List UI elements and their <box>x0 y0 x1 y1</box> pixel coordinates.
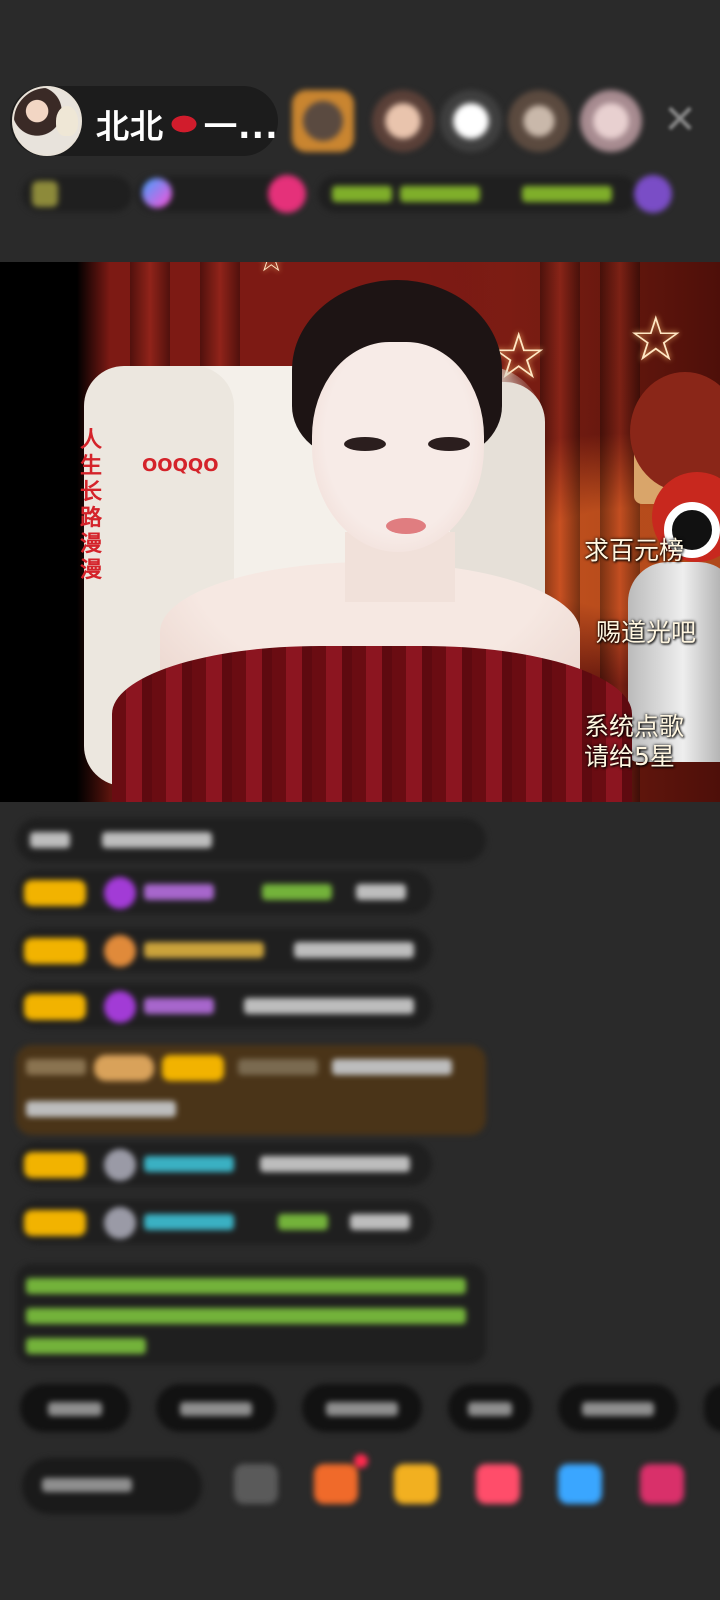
chat-message[interactable] <box>16 870 432 914</box>
live-video-stream[interactable]: ☆ ☆ ☆ 人生长路漫漫 OOQQO 求百元榜 赐道光吧 系统点歌 请给5星 <box>0 262 720 802</box>
streamer-eye <box>428 437 470 451</box>
chat-message[interactable] <box>16 928 432 972</box>
host-avatar[interactable] <box>12 86 82 156</box>
diamond-icon <box>104 877 136 909</box>
host-name: 北北 一... <box>96 100 279 148</box>
chat-list[interactable] <box>0 812 720 1372</box>
chat-username[interactable] <box>262 884 332 900</box>
tag-3 <box>522 186 612 202</box>
star-light-icon: ☆ <box>628 302 684 375</box>
top-viewer-avatar-5[interactable] <box>580 90 642 152</box>
room-info-strip[interactable] <box>22 172 698 216</box>
user-avatar-icon <box>104 1207 136 1239</box>
chat-text <box>26 1308 466 1324</box>
chat-text <box>356 884 406 900</box>
host-info-pill[interactable]: 北北 一... <box>10 86 278 156</box>
quick-reply-button[interactable] <box>704 1384 720 1432</box>
gift-box-icon[interactable] <box>314 1464 358 1504</box>
user-level-badge <box>24 880 86 906</box>
top-viewer-avatar-4[interactable] <box>508 90 570 152</box>
notification-dot <box>354 1454 368 1468</box>
overlay-song-line-2: 请给5星 <box>584 742 675 771</box>
duck-toy-decoration <box>56 106 78 136</box>
overlay-text-rank-request: 求百元榜 <box>584 536 685 565</box>
star-light-icon: ☆ <box>256 262 286 280</box>
vertical-caption-left: 人生长路漫漫 <box>79 428 102 583</box>
kiss-icon <box>166 112 202 136</box>
diamond-icon <box>104 991 136 1023</box>
chat-message[interactable] <box>16 1200 432 1244</box>
chat-text <box>102 832 212 848</box>
hot-icon <box>142 178 172 208</box>
gift-icon[interactable] <box>476 1464 520 1504</box>
chat-username[interactable] <box>278 1214 328 1230</box>
close-icon[interactable]: ✕ <box>660 100 700 140</box>
chat-text <box>26 1101 176 1117</box>
top-viewer-avatar-3[interactable] <box>440 90 502 152</box>
user-level-badge <box>24 994 86 1020</box>
chat-badge <box>26 1059 86 1075</box>
chat-username[interactable] <box>238 1059 318 1075</box>
chat-text <box>26 1338 146 1354</box>
streamer-lips <box>386 518 426 534</box>
user-level-badge <box>24 1210 86 1236</box>
user-level-badge <box>24 938 86 964</box>
top-viewer-avatar-1[interactable] <box>292 90 354 152</box>
quick-reply-button[interactable] <box>558 1384 678 1432</box>
chat-input-placeholder <box>42 1478 132 1492</box>
chat-highlight-message[interactable] <box>16 1045 486 1135</box>
quick-reply-label <box>582 1402 654 1416</box>
chat-input[interactable] <box>22 1458 202 1514</box>
chat-notice <box>16 818 486 862</box>
chat-text <box>244 998 414 1014</box>
quick-reply-button[interactable] <box>20 1384 130 1432</box>
more-avatar-icon[interactable] <box>634 175 672 213</box>
vertical-caption-mid: OOQQO <box>142 457 219 475</box>
chat-text <box>30 832 70 848</box>
game-icon[interactable] <box>558 1464 602 1504</box>
chat-message[interactable] <box>16 984 432 1028</box>
more-icon[interactable] <box>640 1464 684 1504</box>
user-level-badge <box>162 1055 224 1081</box>
overlay-song-line-1: 系统点歌 <box>584 712 685 741</box>
quick-reply-row[interactable] <box>0 1384 720 1436</box>
red-dress <box>112 646 632 802</box>
quick-reply-button[interactable] <box>448 1384 532 1432</box>
chat-text <box>332 1059 452 1075</box>
user-avatar-icon <box>104 1149 136 1181</box>
chat-username[interactable] <box>144 942 264 958</box>
emoji-icon[interactable] <box>234 1464 278 1504</box>
chat-username[interactable] <box>144 1156 234 1172</box>
rank-icon <box>32 181 58 207</box>
bottom-toolbar[interactable] <box>0 1452 720 1522</box>
overlay-text-light-request: 赐道光吧 <box>596 618 697 647</box>
quick-reply-button[interactable] <box>156 1384 276 1432</box>
chat-text <box>350 1214 410 1230</box>
quick-reply-label <box>468 1402 512 1416</box>
chat-username[interactable] <box>144 1214 234 1230</box>
top-viewer-avatar-2[interactable] <box>372 90 434 152</box>
quick-reply-button[interactable] <box>302 1384 422 1432</box>
chat-text <box>294 942 414 958</box>
chat-text <box>260 1156 410 1172</box>
gift-icon[interactable] <box>268 175 306 213</box>
chat-text <box>26 1278 466 1294</box>
quick-reply-label <box>180 1402 252 1416</box>
chat-badge <box>94 1055 154 1081</box>
chat-message[interactable] <box>16 1142 432 1186</box>
treasure-icon[interactable] <box>394 1464 438 1504</box>
streamer-eye <box>344 437 386 451</box>
overlay-text-song-request: 系统点歌 请给5星 <box>584 712 684 772</box>
chat-username[interactable] <box>144 884 214 900</box>
chat-system-message <box>16 1264 486 1364</box>
tag-1 <box>332 186 392 202</box>
fan-icon <box>104 935 136 967</box>
chat-username[interactable] <box>144 998 214 1014</box>
host-name-prefix: 北北 <box>96 107 164 146</box>
quick-reply-label <box>326 1402 398 1416</box>
host-name-suffix: 一... <box>204 107 279 146</box>
user-level-badge <box>24 1152 86 1178</box>
quick-reply-label <box>48 1402 102 1416</box>
tag-2 <box>400 186 480 202</box>
